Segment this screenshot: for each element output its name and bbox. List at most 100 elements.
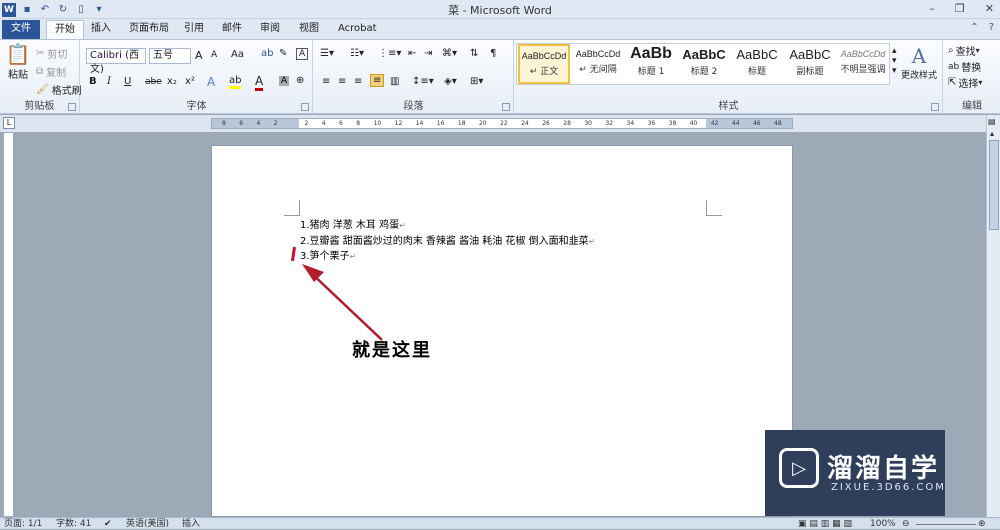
ruler-tick: 6: [339, 120, 343, 127]
tab-selector-icon[interactable]: L: [3, 117, 15, 129]
paste-button[interactable]: 📋 粘贴: [4, 42, 32, 81]
decrease-indent-icon[interactable]: ⇤: [408, 48, 416, 59]
proofing-icon[interactable]: ✔: [104, 518, 112, 530]
underline-button[interactable]: U: [124, 76, 131, 87]
annotation-text: 就是这里: [352, 340, 432, 361]
style-heading-2[interactable]: AaBbC 标题 2: [678, 44, 730, 84]
bullets-icon[interactable]: ☰▾: [320, 48, 334, 59]
window-title: 菜 - Microsoft Word: [448, 4, 552, 17]
clear-format-icon[interactable]: ✎: [279, 48, 287, 59]
scroll-thumb[interactable]: [989, 140, 999, 230]
subscript-button[interactable]: x₂: [167, 76, 177, 87]
shading-icon[interactable]: ◈▾: [444, 76, 457, 87]
restore-icon[interactable]: ❐: [955, 2, 965, 15]
tab-page-layout[interactable]: 页面布局: [121, 20, 177, 39]
scroll-up-arrow-icon[interactable]: ▴: [990, 129, 994, 138]
word-count[interactable]: 字数: 41: [56, 518, 91, 530]
paragraph-launcher-icon[interactable]: [502, 103, 510, 111]
show-marks-icon[interactable]: ¶: [490, 48, 496, 59]
align-left-icon[interactable]: ≡: [322, 76, 330, 87]
superscript-button[interactable]: x²: [185, 76, 195, 87]
change-case-button[interactable]: Aa: [231, 49, 244, 60]
close-icon[interactable]: ✕: [985, 2, 994, 15]
italic-button[interactable]: I: [107, 76, 111, 87]
tab-insert[interactable]: 插入: [83, 20, 119, 39]
styles-scroll[interactable]: ▴ ▾ ▾: [892, 46, 897, 76]
bold-button[interactable]: B: [89, 76, 97, 87]
align-center-icon[interactable]: ≡: [338, 76, 346, 87]
highlight-icon[interactable]: ab: [229, 75, 242, 89]
zoom-level[interactable]: 100%: [870, 518, 896, 530]
format-painter-button[interactable]: 🖌 格式刷: [36, 82, 82, 97]
ruler-toggle-icon[interactable]: ▤: [988, 117, 996, 126]
vertical-scrollbar[interactable]: ▤ ▴: [986, 115, 1000, 517]
font-label: 字体: [186, 101, 207, 112]
replace-button[interactable]: ab 替换: [948, 59, 981, 75]
zoom-slider[interactable]: [916, 524, 976, 525]
distributed-icon[interactable]: ▥: [390, 76, 399, 87]
change-styles-button[interactable]: A 更改样式: [900, 44, 938, 81]
scissors-icon: ✂: [36, 48, 45, 59]
zoom-in-icon[interactable]: ⊕: [978, 518, 986, 530]
char-border-icon[interactable]: A: [296, 48, 309, 60]
sort-icon[interactable]: ⇅: [470, 48, 478, 59]
select-button[interactable]: ⇱ 选择 ▾: [948, 75, 982, 90]
horizontal-ruler[interactable]: 8 6 4 2 2 4 6 8 10 12 14 16 18 20 22 24 26 28 30 32 34 36 38 40…: [211, 118, 793, 129]
zoom-out-icon[interactable]: ⊖: [902, 518, 910, 530]
increase-indent-icon[interactable]: ⇥: [424, 48, 432, 59]
styles-label: 样式: [718, 101, 739, 112]
borders-icon[interactable]: ⊞▾: [470, 76, 483, 87]
line-spacing-icon[interactable]: ↕≡▾: [412, 76, 434, 87]
font-size-select[interactable]: 五号: [149, 48, 191, 64]
clipboard-launcher-icon[interactable]: [68, 103, 76, 111]
view-buttons[interactable]: ▣ ▤ ▥ ▦ ▧: [798, 518, 852, 530]
minimize-ribbon-icon[interactable]: ⌃: [970, 22, 978, 33]
more-styles-icon[interactable]: ▾: [892, 66, 897, 76]
copy-button[interactable]: ⧉ 复制: [36, 64, 66, 79]
ruler-tick: 22: [500, 120, 508, 127]
style-heading-1[interactable]: AaBb 标题 1: [625, 44, 677, 84]
style-subtle-emphasis[interactable]: AaBbCcDd 不明显强调: [837, 44, 889, 84]
strikethrough-button[interactable]: abe: [145, 77, 162, 87]
tab-mailings[interactable]: 邮件: [214, 20, 250, 39]
style-normal[interactable]: AaBbCcDd ↵ 正文: [518, 44, 570, 84]
minimize-icon[interactable]: –: [929, 2, 935, 15]
tab-acrobat[interactable]: Acrobat: [330, 20, 385, 39]
justify-icon[interactable]: ≡: [370, 74, 385, 87]
scroll-up-icon[interactable]: ▴: [892, 46, 897, 56]
language[interactable]: 英语(美国): [126, 518, 169, 530]
page-count[interactable]: 页面: 1/1: [4, 518, 42, 530]
ruler-tick: 26: [542, 120, 550, 127]
help-icon[interactable]: ?: [989, 22, 994, 33]
multilevel-list-icon[interactable]: ⋮≡▾: [378, 48, 401, 59]
scroll-down-icon[interactable]: ▾: [892, 56, 897, 66]
find-button[interactable]: ⌕ 查找 ▾: [948, 43, 980, 58]
char-shading-icon[interactable]: A: [279, 76, 290, 86]
insert-mode[interactable]: 插入: [182, 518, 200, 530]
enclose-char-icon[interactable]: ⊕: [296, 75, 304, 86]
font-name-select[interactable]: Calibri (西文): [86, 48, 146, 75]
shrink-font-button[interactable]: A: [211, 50, 217, 60]
font-launcher-icon[interactable]: [301, 103, 309, 111]
tab-review[interactable]: 审阅: [252, 20, 288, 39]
style-subtitle[interactable]: AaBbC 副标题: [784, 44, 836, 84]
grow-font-button[interactable]: A: [195, 49, 203, 62]
text-effects-icon[interactable]: A: [207, 75, 215, 89]
font-color-icon[interactable]: A: [255, 74, 264, 91]
phonetic-guide-icon[interactable]: ab: [261, 48, 273, 59]
tab-file[interactable]: 文件: [2, 20, 40, 39]
style-no-spacing[interactable]: AaBbCcDd ↵ 无间隔: [572, 44, 624, 84]
tab-references[interactable]: 引用: [176, 20, 212, 39]
align-right-icon[interactable]: ≡: [354, 76, 362, 87]
cut-button[interactable]: ✂ 剪切: [36, 46, 67, 61]
styles-launcher-icon[interactable]: [931, 103, 939, 111]
ruler-tick: 20: [478, 120, 487, 127]
tab-view[interactable]: 视图: [291, 20, 327, 39]
tab-home[interactable]: 开始: [46, 20, 84, 39]
chinese-layout-icon[interactable]: ⌘▾: [442, 48, 457, 59]
numbering-icon[interactable]: ☷▾: [350, 48, 364, 59]
vertical-ruler[interactable]: [3, 132, 14, 517]
style-title[interactable]: AaBbC 标题: [731, 44, 783, 84]
ribbon: 📋 粘贴 ✂ 剪切 ⧉ 复制 🖌 格式刷 剪贴板 Calibri (西文) 五号…: [0, 39, 1000, 114]
document-page[interactable]: 1.猪肉 洋葱 木耳 鸡蛋↵ 2.豆瓣酱 甜面酱炒过的肉末 香辣酱 酱油 耗油 …: [211, 145, 793, 517]
